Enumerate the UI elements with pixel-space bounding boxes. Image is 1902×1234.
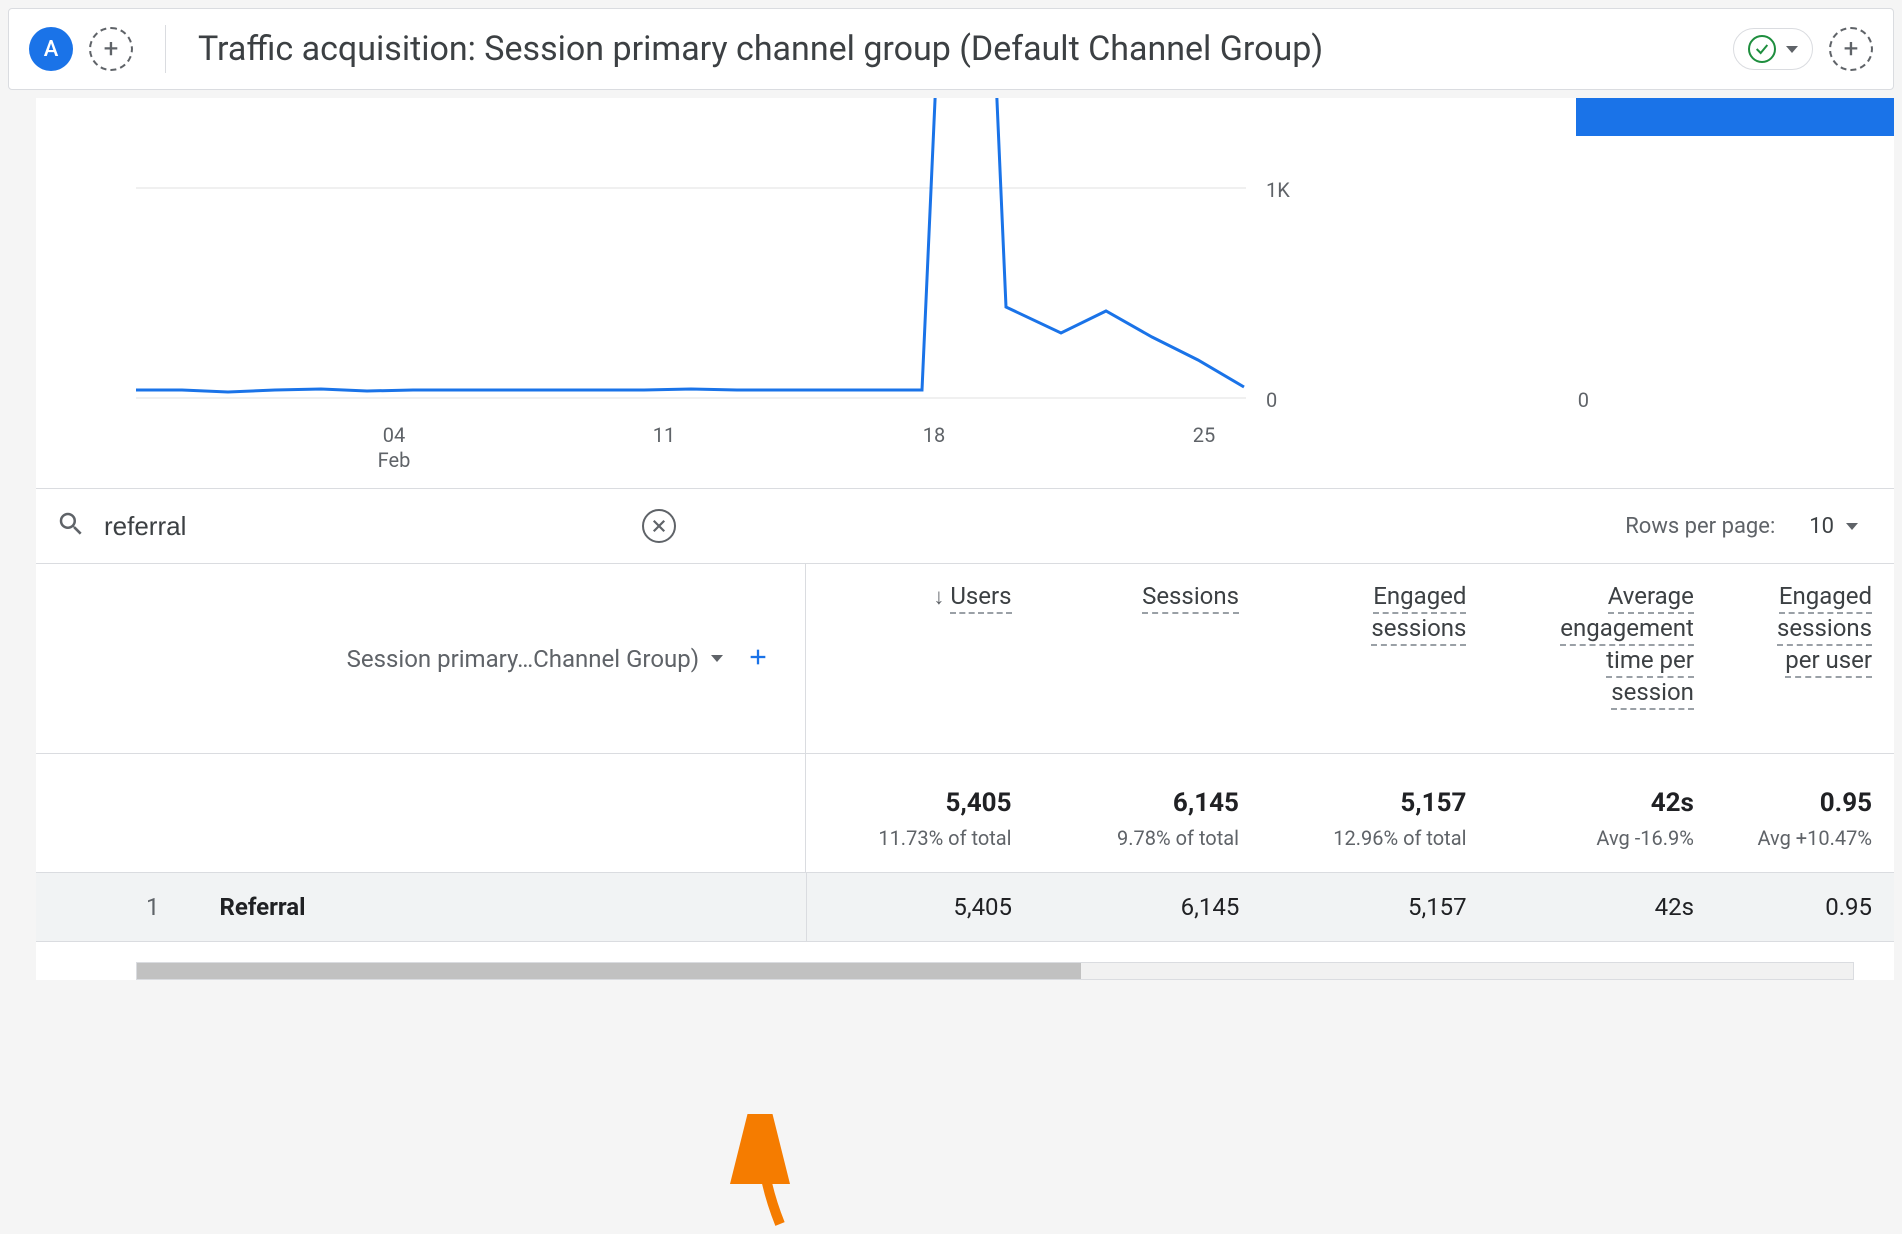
plus-icon: + (104, 34, 119, 64)
column-header-engaged-per-user[interactable]: Engagedsessionsper user (1716, 564, 1894, 753)
user-avatar[interactable]: A (29, 27, 73, 71)
total-users: 5,405 11.73% of total (806, 754, 1033, 872)
header-bar: A + Traffic acquisition: Session primary… (8, 8, 1894, 90)
search-icon (56, 509, 86, 543)
totals-row: 5,405 11.73% of total 6,145 9.78% of tot… (36, 754, 1894, 873)
line-chart[interactable] (136, 98, 1246, 418)
dimension-dropdown[interactable]: Session primary…Channel Group) (347, 645, 723, 673)
cell-engaged-sessions: 5,157 (1261, 873, 1488, 941)
line-chart-area: 1K 0 04 Feb 11 18 25 0 (36, 98, 1894, 488)
total-avg-engagement: 42s Avg -16.9% (1488, 754, 1715, 872)
chevron-down-icon (1846, 523, 1858, 530)
x-tick-11: 11 (653, 423, 675, 447)
rows-per-page-label: Rows per page: (1625, 514, 1775, 539)
x-tick-04: 04 (383, 423, 405, 447)
data-table: Session primary…Channel Group) ↓Users Se… (36, 564, 1894, 942)
chevron-down-icon (1786, 46, 1798, 53)
clear-search-button[interactable] (642, 509, 676, 543)
column-header-avg-engagement[interactable]: Averageengagementtime persession (1488, 564, 1715, 753)
annotation-arrow-icon (730, 1114, 810, 1234)
row-name: Referral (220, 893, 306, 921)
table-row[interactable]: 1 Referral 5,405 6,145 5,157 42s 0.95 (36, 873, 1894, 942)
total-engaged-per-user: 0.95 Avg +10.47% (1716, 754, 1894, 872)
cell-sessions: 6,145 (1034, 873, 1261, 941)
check-circle-icon (1748, 35, 1776, 63)
rows-per-page-select[interactable]: 10 (1793, 514, 1874, 539)
separator (165, 25, 166, 73)
column-header-engaged-sessions[interactable]: Engagedsessions (1261, 564, 1488, 753)
cell-avg-engagement: 42s (1489, 873, 1716, 941)
x-tick-25: 25 (1193, 423, 1215, 447)
bar-chart-zero-label: 0 (1578, 388, 1589, 412)
dimension-header-cell: Session primary…Channel Group) (36, 564, 806, 753)
search-input[interactable] (104, 511, 624, 542)
column-header-sessions[interactable]: Sessions (1034, 564, 1261, 753)
row-index: 1 (146, 893, 160, 921)
total-engaged-sessions: 5,157 12.96% of total (1261, 754, 1488, 872)
status-dropdown[interactable] (1733, 28, 1813, 70)
scrollbar-thumb[interactable] (137, 963, 1081, 979)
add-comparison-button[interactable]: + (89, 27, 133, 71)
add-button-right[interactable]: + (1829, 27, 1873, 71)
horizontal-scrollbar[interactable] (136, 962, 1854, 980)
table-header-row: Session primary…Channel Group) ↓Users Se… (36, 564, 1894, 754)
sort-down-icon: ↓ (933, 585, 944, 610)
cell-engaged-per-user: 0.95 (1716, 873, 1894, 941)
totals-dimension-cell (36, 754, 806, 872)
add-secondary-dimension-button[interactable] (739, 641, 777, 676)
rows-per-page-value: 10 (1809, 514, 1834, 539)
cell-users: 5,405 (807, 873, 1034, 941)
content-panel: 1K 0 04 Feb 11 18 25 0 Rows per page: 10… (36, 98, 1894, 980)
y-tick-1k: 1K (1266, 178, 1290, 202)
plus-icon: + (1844, 34, 1859, 64)
total-sessions: 6,145 9.78% of total (1034, 754, 1261, 872)
column-header-users[interactable]: ↓Users (806, 564, 1033, 753)
x-sublabel-feb: Feb (378, 448, 411, 472)
search-row: Rows per page: 10 (36, 488, 1894, 564)
x-tick-18: 18 (923, 423, 945, 447)
chevron-down-icon (711, 655, 723, 662)
bar-chart-partial[interactable] (1576, 98, 1894, 136)
row-dimension-cell: 1 Referral (36, 873, 807, 941)
y-tick-0: 0 (1266, 388, 1277, 412)
dimension-label: Session primary…Channel Group) (347, 645, 699, 673)
page-title: Traffic acquisition: Session primary cha… (198, 29, 1717, 69)
